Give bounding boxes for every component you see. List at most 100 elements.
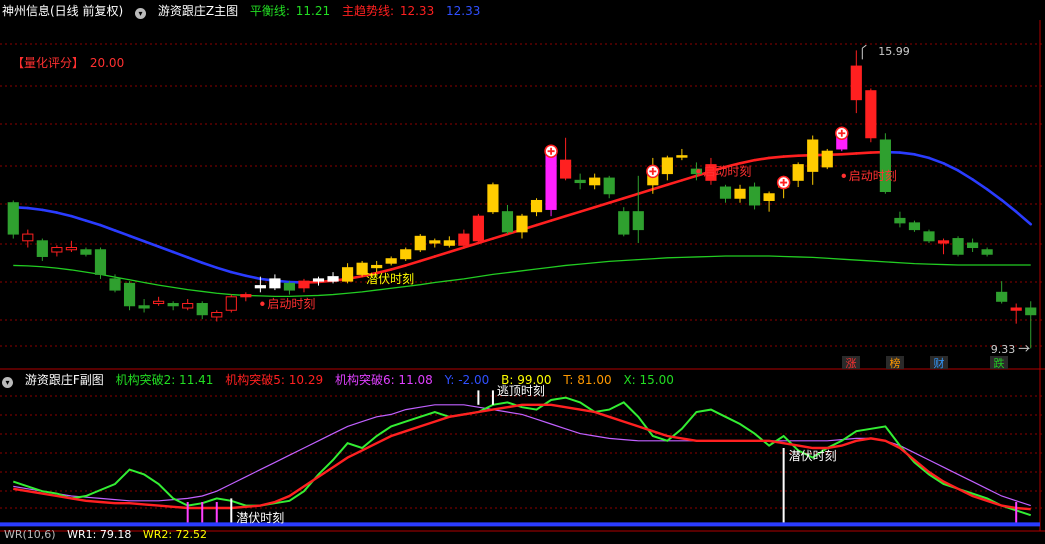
candle-body: [255, 286, 265, 288]
trend-line-segment: [537, 221, 552, 225]
candle-body: [575, 180, 585, 182]
trend-line-label: 主趋势线:: [342, 4, 394, 18]
candle-body: [677, 156, 687, 158]
trend-line-segment: [391, 265, 406, 269]
badge-label: 涨: [846, 357, 857, 370]
candle-body: [793, 165, 803, 181]
candle-body: [154, 301, 164, 303]
trend-line-segment: [435, 252, 450, 256]
trend-line-segment: [493, 234, 508, 238]
plus-circle-icon: [545, 145, 557, 157]
candle-body: [982, 250, 992, 254]
trend-line-segment: [740, 160, 755, 163]
balance-line-label: 平衡线:: [250, 4, 290, 18]
candle-body: [473, 216, 483, 241]
candle-body: [619, 212, 629, 234]
candle-body: [1026, 308, 1036, 315]
candle-body: [808, 140, 818, 171]
plus-circle-icon: [778, 177, 790, 189]
hide-moment-sub-label: 潜伏时刻: [789, 449, 837, 463]
trend-line-segment: [57, 213, 72, 217]
candle-body: [197, 304, 207, 315]
balance-line-value: 11.21: [296, 4, 330, 18]
trend-line-segment: [115, 230, 130, 235]
trend-line-segment: [580, 207, 595, 211]
trend-line-segment: [28, 208, 43, 210]
main-header: 神州信息(日线 前复权) ▾ 游资跟庄Z主图 平衡线: 11.21 主趋势线: …: [2, 2, 488, 20]
candle-body: [938, 241, 948, 243]
candle-body: [590, 178, 600, 185]
wr1-value: WR1: 79.18: [67, 528, 131, 541]
pink-signal-bar: [187, 502, 189, 522]
candle-body: [517, 216, 527, 232]
candle-body: [8, 203, 18, 234]
score-value: 20.00: [90, 56, 124, 70]
trend-line-segment: [86, 221, 101, 225]
breakout-6: 机构突破6: 11.08: [335, 373, 433, 387]
sub-indicator-name[interactable]: 游资跟庄F副图: [25, 373, 104, 387]
candle-body: [270, 279, 280, 288]
candle-body: [909, 223, 919, 230]
y-value: Y: -2.00: [445, 373, 490, 387]
trend-line-segment: [159, 247, 174, 252]
candle-body: [749, 187, 759, 205]
escape-bar: [477, 390, 479, 404]
candle-body: [459, 234, 469, 245]
candle-body: [81, 250, 91, 254]
candle-body: [372, 265, 382, 267]
candle-body: [531, 200, 541, 211]
wr-label[interactable]: WR(10,6): [4, 528, 56, 541]
trend-line-segment: [682, 176, 697, 180]
trend-line-segment: [130, 236, 145, 241]
trend-line-segment: [973, 179, 988, 189]
candle-body: [226, 297, 236, 310]
trend-line-value: 12.33: [400, 4, 434, 18]
dropdown-circle-icon[interactable]: ▾: [135, 8, 146, 19]
trend-line-segment: [609, 198, 624, 202]
trend-line-segment: [784, 156, 799, 157]
trend-line-segment: [856, 153, 871, 154]
trend-line-segment: [914, 154, 929, 158]
trend-line-segment: [769, 157, 784, 158]
trend-line-segment: [188, 257, 203, 262]
candle-body: [139, 306, 149, 308]
trend-line-segment: [900, 153, 915, 155]
trend-line-segment: [551, 216, 566, 220]
pink-signal-bar: [1015, 502, 1017, 522]
high-arrow: [862, 45, 866, 59]
candle-body: [212, 312, 222, 316]
candle-body: [386, 259, 396, 263]
escape-bar: [492, 390, 494, 404]
candle-body: [430, 241, 440, 243]
candle-body: [183, 304, 193, 308]
score-row: 【量化评分】 20.00: [12, 54, 132, 72]
chart-canvas: 启动时刻启动时刻启动时刻潜伏时刻15.999.33涨榜财跌潜伏时刻潜伏时刻逃顶时…: [0, 0, 1045, 536]
candle-body: [23, 234, 33, 241]
trend-line-segment: [667, 180, 682, 184]
trend-line-segment: [987, 189, 1002, 200]
start-moment-label: 启动时刻: [703, 164, 751, 178]
pink-signal-bar: [201, 502, 203, 522]
plus-circle-icon: [836, 127, 848, 139]
badge-label: 榜: [890, 356, 901, 370]
stock-title[interactable]: 神州信息(日线 前复权): [2, 4, 123, 18]
b-value: B: 99.00: [501, 373, 551, 387]
candle-body: [546, 151, 556, 209]
candle-body: [895, 218, 905, 222]
start-moment-label: 启动时刻: [849, 169, 897, 183]
start-moment-label: 启动时刻: [267, 297, 315, 311]
start-moment-label-dot: [260, 302, 264, 306]
trend-line-segment: [566, 212, 581, 216]
white-signal-bar: [230, 498, 232, 522]
candle-body: [284, 283, 294, 290]
white-signal-bar: [783, 448, 785, 522]
x-value: X: 15.00: [623, 373, 673, 387]
hide-moment-label: 潜伏时刻: [366, 272, 414, 286]
candle-body: [880, 140, 890, 192]
trend-line-segment: [202, 263, 217, 268]
indicator-name[interactable]: 游资跟庄Z主图: [158, 4, 238, 18]
sub-dropdown-circle-icon[interactable]: ▾: [2, 377, 13, 388]
candle-body: [561, 160, 571, 178]
candle-body: [720, 187, 730, 198]
trend-line-segment: [958, 170, 973, 179]
